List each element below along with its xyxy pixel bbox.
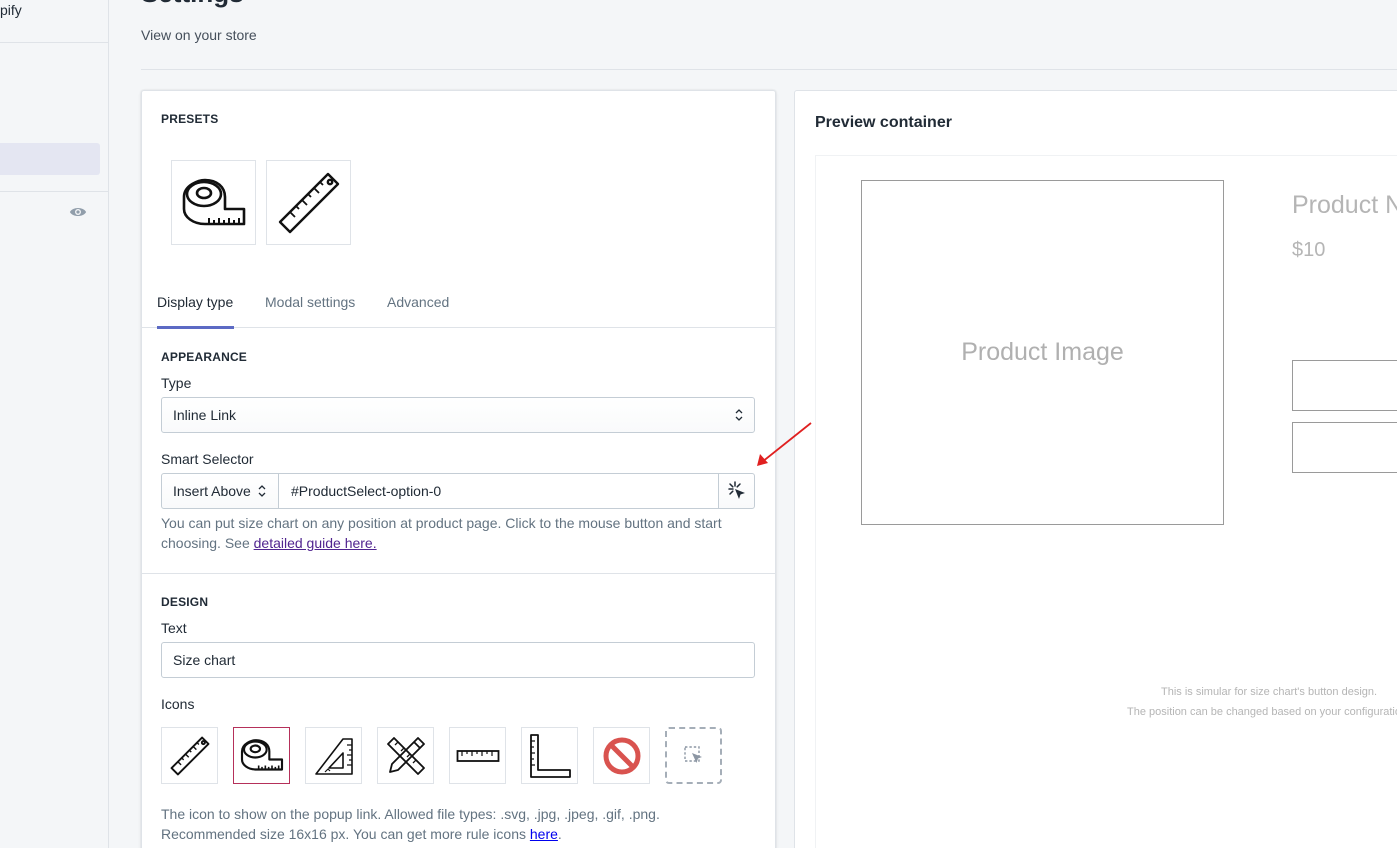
left-nav: pify [0, 0, 109, 848]
insert-position-select[interactable]: Insert Above [161, 473, 279, 509]
text-label: Text [161, 620, 187, 636]
preview-title: Preview container [815, 114, 952, 131]
icons-label: Icons [161, 696, 195, 712]
tab-advanced[interactable]: Advanced [387, 287, 449, 328]
type-label: Type [161, 375, 192, 391]
icon-option-l-square-ruler[interactable] [521, 727, 578, 784]
nav-brand: pify [0, 2, 22, 18]
ruler-icon [278, 172, 339, 233]
selector-input-value: #ProductSelect-option-0 [291, 483, 442, 499]
page-title: Settings [141, 0, 244, 9]
triangle-ruler-icon [314, 737, 353, 775]
product-option-box [1292, 360, 1397, 411]
annotation-arrow [757, 422, 812, 466]
upload-icon [683, 745, 702, 763]
cursor-click-icon [727, 481, 745, 499]
type-select-value: Inline Link [173, 407, 237, 423]
tab-modal-settings[interactable]: Modal settings [265, 287, 355, 328]
more-icons-link[interactable]: here [530, 826, 558, 842]
icon-option-triangle-ruler[interactable] [305, 727, 362, 784]
product-option-box [1292, 422, 1397, 473]
nav-divider [0, 42, 108, 43]
no-icon [603, 737, 640, 774]
select-arrows-icon [258, 485, 266, 497]
tape-measure-icon [182, 178, 245, 225]
icon-option-pencil-ruler[interactable] [377, 727, 434, 784]
detailed-guide-link[interactable]: detailed guide here. [254, 535, 377, 551]
type-select[interactable]: Inline Link [161, 397, 755, 433]
settings-tabs: Display type Modal settings Advanced [142, 287, 775, 329]
product-image-placeholder: Product Image [861, 180, 1224, 525]
straight-ruler-icon [456, 749, 499, 762]
settings-card: PRESETS Display type Modal settings Adva… [141, 90, 776, 848]
presets-heading: PRESETS [161, 112, 219, 126]
smart-selector-label: Smart Selector [161, 451, 254, 467]
link-text-value: Size chart [173, 652, 236, 668]
smart-selector-help: You can put size chart on any position a… [161, 515, 722, 551]
header-divider [141, 69, 1397, 70]
nav-item-active[interactable] [0, 143, 100, 175]
icon-option-straight-ruler[interactable] [449, 727, 506, 784]
icon-option-none[interactable] [593, 727, 650, 784]
icon-option-ruler[interactable] [161, 727, 218, 784]
icon-upload-button[interactable] [665, 727, 722, 784]
product-name: Product N [1292, 191, 1397, 219]
preview-card: Preview container Product Image Product … [794, 90, 1397, 848]
design-heading: DESIGN [161, 595, 209, 609]
icons-help: The icon to show on the popup link. Allo… [161, 806, 660, 842]
product-price: $10 [1292, 239, 1326, 261]
l-square-ruler-icon [529, 733, 571, 778]
section-divider [142, 573, 775, 574]
tape-measure-icon [240, 739, 283, 771]
pick-element-button[interactable] [718, 473, 755, 509]
preview-note: The position can be changed based on you… [1127, 706, 1397, 718]
icon-option-tape-measure[interactable] [233, 727, 290, 784]
smart-selector-group: Insert Above #ProductSelect-option-0 [161, 473, 755, 509]
ruler-icon [170, 736, 209, 775]
appearance-heading: APPEARANCE [161, 350, 248, 364]
tab-display-type[interactable]: Display type [157, 287, 234, 329]
selector-input[interactable]: #ProductSelect-option-0 [278, 473, 719, 509]
preview-note: This is simular for size chart's button … [1161, 686, 1378, 698]
pencil-ruler-icon [386, 736, 425, 775]
link-text-input[interactable]: Size chart [161, 642, 755, 678]
preset-tape-measure[interactable] [171, 160, 256, 245]
view-store-link[interactable]: View on your store [141, 27, 257, 43]
select-arrows-icon [735, 409, 743, 421]
preset-ruler[interactable] [266, 160, 351, 245]
eye-icon[interactable] [69, 204, 87, 220]
nav-divider [0, 191, 108, 192]
insert-position-value: Insert Above [173, 483, 251, 499]
preview-container: Product Image Product N $10 This is simu… [815, 155, 1397, 848]
